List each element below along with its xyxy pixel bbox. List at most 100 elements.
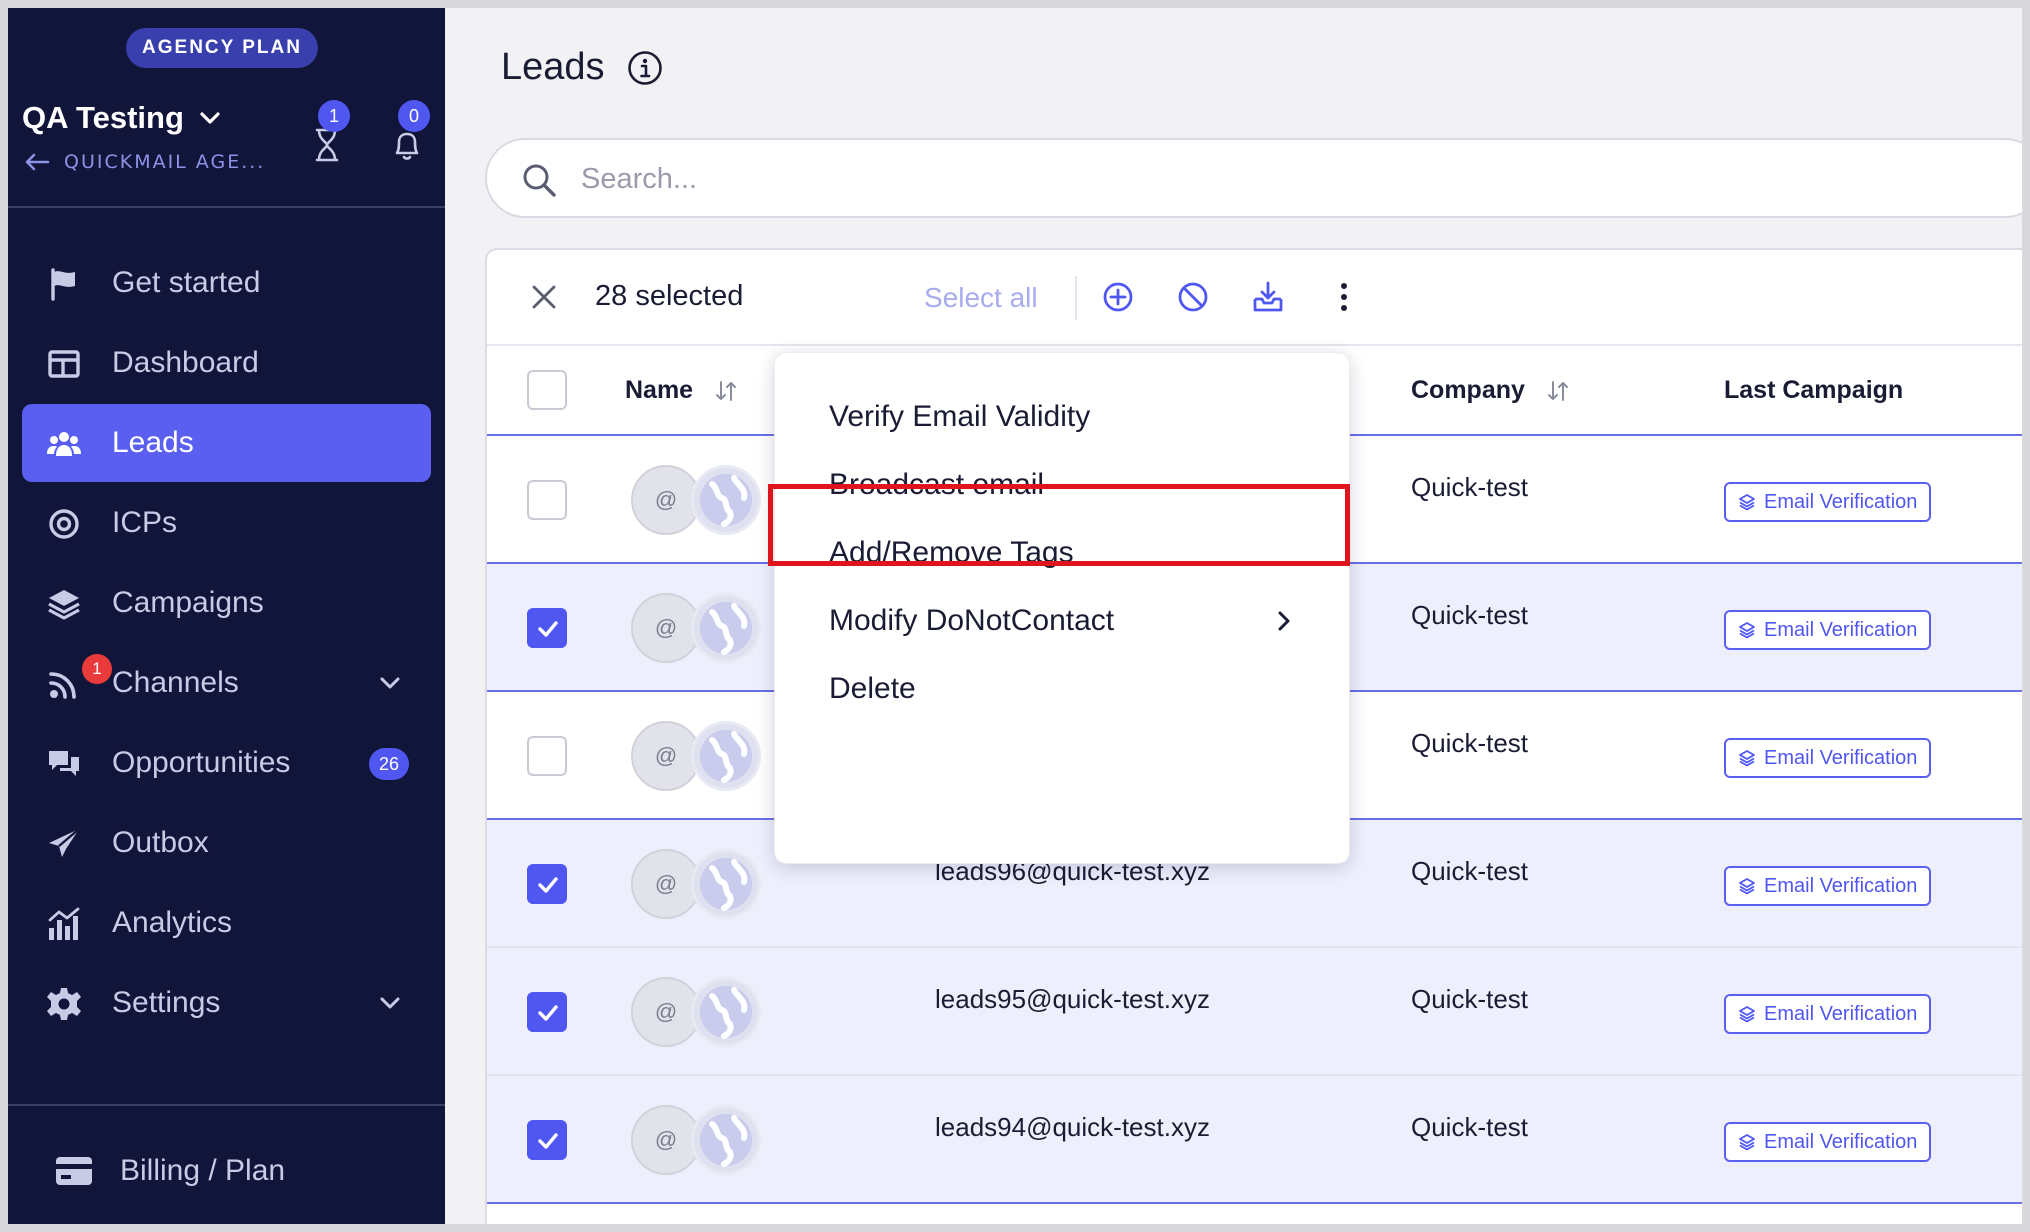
check-icon bbox=[538, 877, 558, 893]
nav-get-started[interactable]: Get started bbox=[22, 244, 431, 322]
check-icon bbox=[538, 1005, 558, 1021]
more-vertical-icon[interactable] bbox=[1327, 280, 1361, 314]
back-to-agency-link[interactable]: QUICKMAIL AGE... bbox=[24, 151, 265, 173]
search-bar bbox=[485, 138, 2022, 218]
select-all-button[interactable]: Select all bbox=[924, 282, 1038, 314]
layers-icon bbox=[48, 590, 80, 620]
divider bbox=[8, 1104, 445, 1106]
nav-channels[interactable]: 1 Channels bbox=[22, 644, 431, 722]
download-icon[interactable] bbox=[1251, 280, 1285, 314]
info-icon[interactable] bbox=[627, 50, 663, 86]
chevron-down-icon[interactable] bbox=[377, 670, 403, 696]
campaign-tag-label: Email Verification bbox=[1764, 1002, 1918, 1025]
campaign-tag[interactable]: Email Verification bbox=[1724, 610, 1932, 650]
campaign-tag-label: Email Verification bbox=[1764, 618, 1918, 641]
nav-outbox[interactable]: Outbox bbox=[22, 804, 431, 882]
page-title: Leads bbox=[501, 46, 605, 88]
nav-label: Channels bbox=[112, 666, 239, 699]
opportunities-count-badge: 26 bbox=[369, 748, 409, 780]
sort-icon[interactable] bbox=[1547, 379, 1569, 403]
sort-icon[interactable] bbox=[715, 379, 737, 403]
campaign-tag[interactable]: Email Verification bbox=[1724, 738, 1932, 778]
row-checkbox[interactable] bbox=[527, 1120, 567, 1160]
campaign-tag[interactable]: Email Verification bbox=[1724, 1122, 1932, 1162]
nav-dashboard[interactable]: Dashboard bbox=[22, 324, 431, 402]
nav-label: Settings bbox=[112, 986, 221, 1019]
bulk-actions-menu: Verify Email Validity Broadcast email Ad… bbox=[774, 352, 1350, 864]
cell-company: Quick-test bbox=[1411, 600, 1529, 630]
nav-label: Opportunities bbox=[112, 746, 291, 779]
cell-company: Quick-test bbox=[1411, 856, 1529, 886]
row-checkbox[interactable] bbox=[527, 992, 567, 1032]
selected-count: 28 selected bbox=[595, 280, 744, 312]
nav-settings[interactable]: Settings bbox=[22, 964, 431, 1042]
cell-company: Quick-test bbox=[1411, 1112, 1529, 1142]
row-checkbox[interactable] bbox=[527, 608, 567, 648]
row-checkbox[interactable] bbox=[527, 864, 567, 904]
column-name[interactable]: Name bbox=[625, 376, 737, 405]
nav-billing-plan[interactable]: Billing / Plan bbox=[30, 1136, 410, 1206]
add-circle-icon[interactable] bbox=[1101, 280, 1135, 314]
campaign-tag[interactable]: Email Verification bbox=[1724, 482, 1932, 522]
column-last-campaign[interactable]: Last Campaign bbox=[1724, 376, 1903, 405]
chevron-down-icon[interactable] bbox=[377, 990, 403, 1016]
back-link-label: QUICKMAIL AGE... bbox=[64, 151, 266, 173]
nav-label: Billing / Plan bbox=[120, 1154, 286, 1187]
nav-label: Leads bbox=[112, 426, 194, 459]
block-icon[interactable] bbox=[1176, 280, 1210, 314]
column-company[interactable]: Company bbox=[1411, 376, 1569, 405]
select-all-checkbox[interactable] bbox=[527, 370, 567, 410]
users-icon bbox=[47, 432, 81, 456]
row-checkbox[interactable] bbox=[527, 736, 567, 776]
arrow-left-icon bbox=[25, 153, 50, 171]
analytics-icon bbox=[48, 907, 80, 940]
nav-campaigns[interactable]: Campaigns bbox=[22, 564, 431, 642]
close-icon[interactable] bbox=[529, 282, 559, 312]
page-header: Leads bbox=[501, 46, 663, 89]
nav-label: ICPs bbox=[112, 506, 178, 539]
nav-label: Campaigns bbox=[112, 586, 264, 619]
globe-avatar-icon bbox=[691, 1105, 761, 1175]
nav-leads[interactable]: Leads bbox=[22, 404, 431, 482]
campaign-tag-label: Email Verification bbox=[1764, 490, 1918, 513]
divider bbox=[8, 206, 445, 208]
cell-company: Quick-test bbox=[1411, 984, 1529, 1014]
workspace-switcher[interactable]: QA Testing bbox=[22, 100, 222, 136]
credit-card-icon bbox=[56, 1157, 92, 1185]
sidebar: AGENCY PLAN QA Testing QUICKMAIL AGE... … bbox=[8, 8, 445, 1224]
gear-icon bbox=[47, 988, 81, 1020]
channels-alert-badge: 1 bbox=[82, 654, 112, 684]
campaign-tag-label: Email Verification bbox=[1764, 746, 1918, 769]
menu-item-label: Verify Email Validity bbox=[829, 400, 1091, 433]
nav-analytics[interactable]: Analytics bbox=[22, 884, 431, 962]
campaign-tag[interactable]: Email Verification bbox=[1724, 994, 1932, 1034]
nav-label: Dashboard bbox=[112, 346, 259, 379]
notifications-badge: 0 bbox=[398, 100, 430, 132]
nav-icps[interactable]: ICPs bbox=[22, 484, 431, 562]
globe-avatar-icon bbox=[691, 465, 761, 535]
menu-item-delete[interactable]: Delete bbox=[775, 645, 1349, 733]
nav-label: Analytics bbox=[112, 906, 233, 939]
layers-icon bbox=[1739, 1134, 1755, 1151]
pending-badge: 1 bbox=[318, 100, 350, 132]
dashboard-icon bbox=[48, 350, 80, 378]
row-checkbox[interactable] bbox=[527, 480, 567, 520]
layers-icon bbox=[1739, 878, 1755, 895]
layers-icon bbox=[1739, 494, 1755, 511]
search-input[interactable] bbox=[581, 156, 1881, 202]
menu-item-label: Delete bbox=[829, 672, 916, 705]
layers-icon bbox=[1739, 750, 1755, 767]
bell-icon[interactable] bbox=[388, 126, 426, 164]
globe-avatar-icon bbox=[691, 977, 761, 1047]
chat-icon bbox=[49, 751, 79, 776]
hourglass-icon[interactable] bbox=[308, 126, 346, 164]
column-label: Last Campaign bbox=[1724, 376, 1904, 404]
nav-label: Get started bbox=[112, 266, 261, 299]
chevron-right-icon bbox=[1278, 611, 1290, 631]
app-window: AGENCY PLAN QA Testing QUICKMAIL AGE... … bbox=[8, 8, 2022, 1224]
nav-opportunities[interactable]: Opportunities 26 bbox=[22, 724, 431, 802]
table-row[interactable]: @ leads94@quick-test.xyz Quick-test Email V… bbox=[487, 1076, 2022, 1204]
table-row[interactable]: @ leads95@quick-test.xyz Quick-test Email V… bbox=[487, 948, 2022, 1076]
check-icon bbox=[538, 621, 558, 637]
campaign-tag[interactable]: Email Verification bbox=[1724, 866, 1932, 906]
